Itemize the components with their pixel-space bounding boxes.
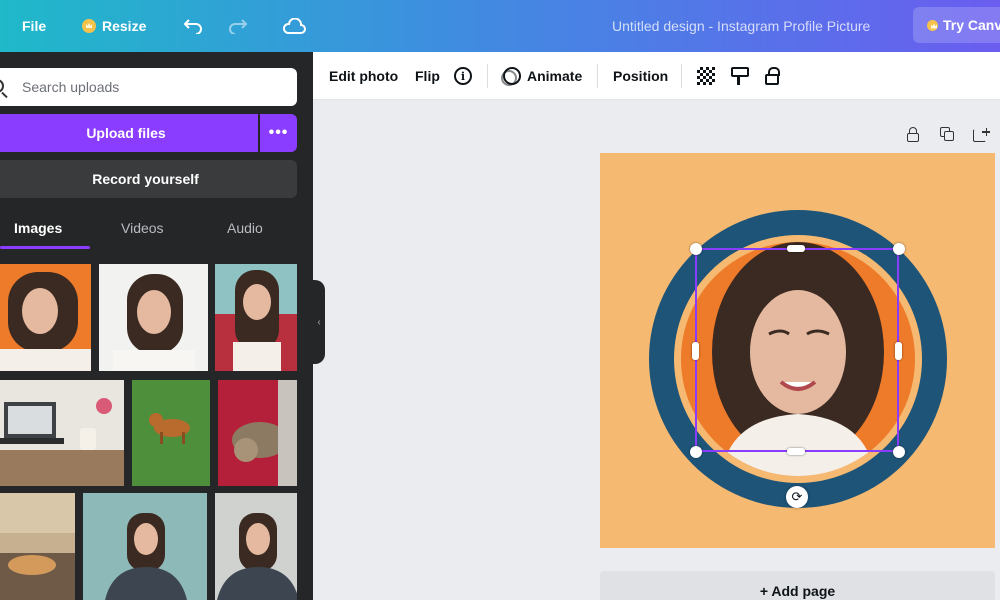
add-page-button[interactable]: + Add page [600,571,995,600]
upload-thumbnail-laptop-desk[interactable] [0,380,124,486]
rotate-icon: ⟳ [791,489,803,504]
toolbar-divider [597,64,598,88]
upload-thumbnail-portrait-white[interactable] [99,264,208,371]
lock-icon [765,66,780,85]
rotate-handle[interactable]: ⟳ [786,486,808,508]
resize-handle-right[interactable] [895,342,902,360]
undo-icon[interactable] [183,0,203,52]
lock-button[interactable] [765,52,780,100]
context-toolbar: Edit photo Flip i Animate Position [313,52,1000,100]
resize-label: Resize [102,18,147,34]
position-button[interactable]: Position [613,52,668,100]
design-title[interactable]: Untitled design - Instagram Profile Pict… [612,0,870,52]
media-tabs: Images Videos Audio [0,212,297,250]
search-placeholder: Search uploads [22,79,120,95]
cloud-icon[interactable] [282,0,306,52]
resize-handle-left[interactable] [692,342,699,360]
add-page-icon-button[interactable] [973,127,990,143]
file-menu[interactable]: File [22,0,46,52]
edit-photo-button[interactable]: Edit photo [329,52,398,100]
lock-page-button[interactable] [905,127,921,143]
upload-thumbnail-portrait-chair[interactable] [215,264,297,371]
collapse-panel-button[interactable]: ‹ [313,280,325,364]
resize-handle-bottom-right[interactable] [893,446,905,458]
flip-button[interactable]: Flip [415,52,440,100]
info-icon: i [454,67,472,85]
resize-handle-top-right[interactable] [893,243,905,255]
search-input[interactable]: Search uploads [0,68,297,106]
paint-roller-icon [731,67,749,85]
upload-thumbnail-dog-grass[interactable] [132,380,210,486]
selection-box [695,248,899,452]
animate-icon [501,67,521,86]
upload-thumbnail-dog-couch[interactable] [0,493,75,600]
toolbar-divider [681,64,682,88]
uploads-panel: Search uploads Upload files ••• Record y… [0,52,313,600]
upload-thumbnail-portrait-orange[interactable] [0,264,91,371]
transparency-button[interactable] [697,52,715,100]
duplicate-icon-front [944,131,954,141]
lock-icon [907,127,919,142]
plus-vertical [985,127,987,136]
tab-images[interactable]: Images [14,220,62,236]
crown-icon [927,19,938,31]
search-icon [0,79,4,93]
resize-handle-top-left[interactable] [690,243,702,255]
resize-handle-bottom[interactable] [787,448,805,455]
resize-handle-bottom-left[interactable] [690,446,702,458]
redo-icon[interactable] [228,0,248,52]
transparency-icon [697,67,715,85]
upload-thumbnail-headshot-teal[interactable] [83,493,207,600]
try-label: Try Canv [943,17,1000,33]
animate-label: Animate [527,68,583,84]
info-button[interactable]: i [454,52,472,100]
upload-more-button[interactable]: ••• [260,114,297,152]
record-yourself-button[interactable]: Record yourself [0,160,297,198]
animate-button[interactable]: Animate [501,52,583,100]
upload-thumbnail-headshot-grey[interactable] [215,493,297,600]
toolbar-divider [487,64,488,88]
tab-audio[interactable]: Audio [227,220,263,236]
resize-handle-top[interactable] [787,245,805,252]
crown-icon [82,19,96,33]
top-bar: File Resize Untitled design - Instagram … [0,0,1000,52]
upload-thumbnail-cat[interactable] [218,380,297,486]
copy-style-button[interactable] [731,52,749,100]
active-tab-indicator [0,246,90,249]
duplicate-page-button[interactable] [940,127,956,143]
resize-button[interactable]: Resize [82,0,146,52]
upload-files-button[interactable]: Upload files [0,114,258,152]
tab-videos[interactable]: Videos [121,220,164,236]
try-canva-pro-button[interactable]: Try Canv [913,7,1000,43]
